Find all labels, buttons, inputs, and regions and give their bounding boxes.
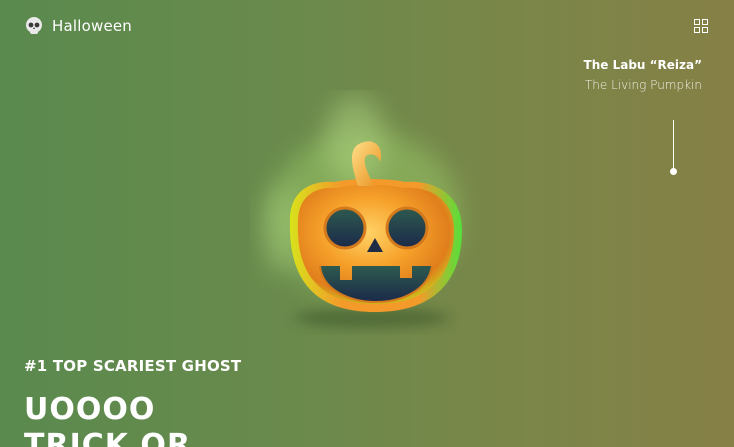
jack-o-lantern-icon: [250, 95, 480, 339]
scroll-indicator[interactable]: [670, 120, 677, 176]
rank-label: #1 TOP SCARIEST GHOST: [24, 357, 242, 375]
header: Halloween: [24, 16, 132, 36]
hero-image: [250, 90, 480, 335]
scroll-track: [673, 120, 674, 170]
headline-line-2: TRICK OR: [24, 428, 192, 447]
ghost-subtitle: The Living Pumpkin: [584, 78, 702, 92]
brand-name[interactable]: Halloween: [52, 17, 132, 35]
headline-line-1: UOOOO: [24, 392, 156, 427]
scroll-thumb[interactable]: [670, 168, 677, 175]
grid-menu-button[interactable]: [694, 19, 708, 33]
hero-headline: UOOOO TRICK OR: [24, 392, 191, 447]
skull-icon: [24, 16, 44, 36]
ghost-title: The Labu “Reiza”: [583, 58, 702, 72]
grid-icon: [694, 19, 708, 33]
ghost-caption: The Labu “Reiza” The Living Pumpkin: [584, 58, 702, 92]
